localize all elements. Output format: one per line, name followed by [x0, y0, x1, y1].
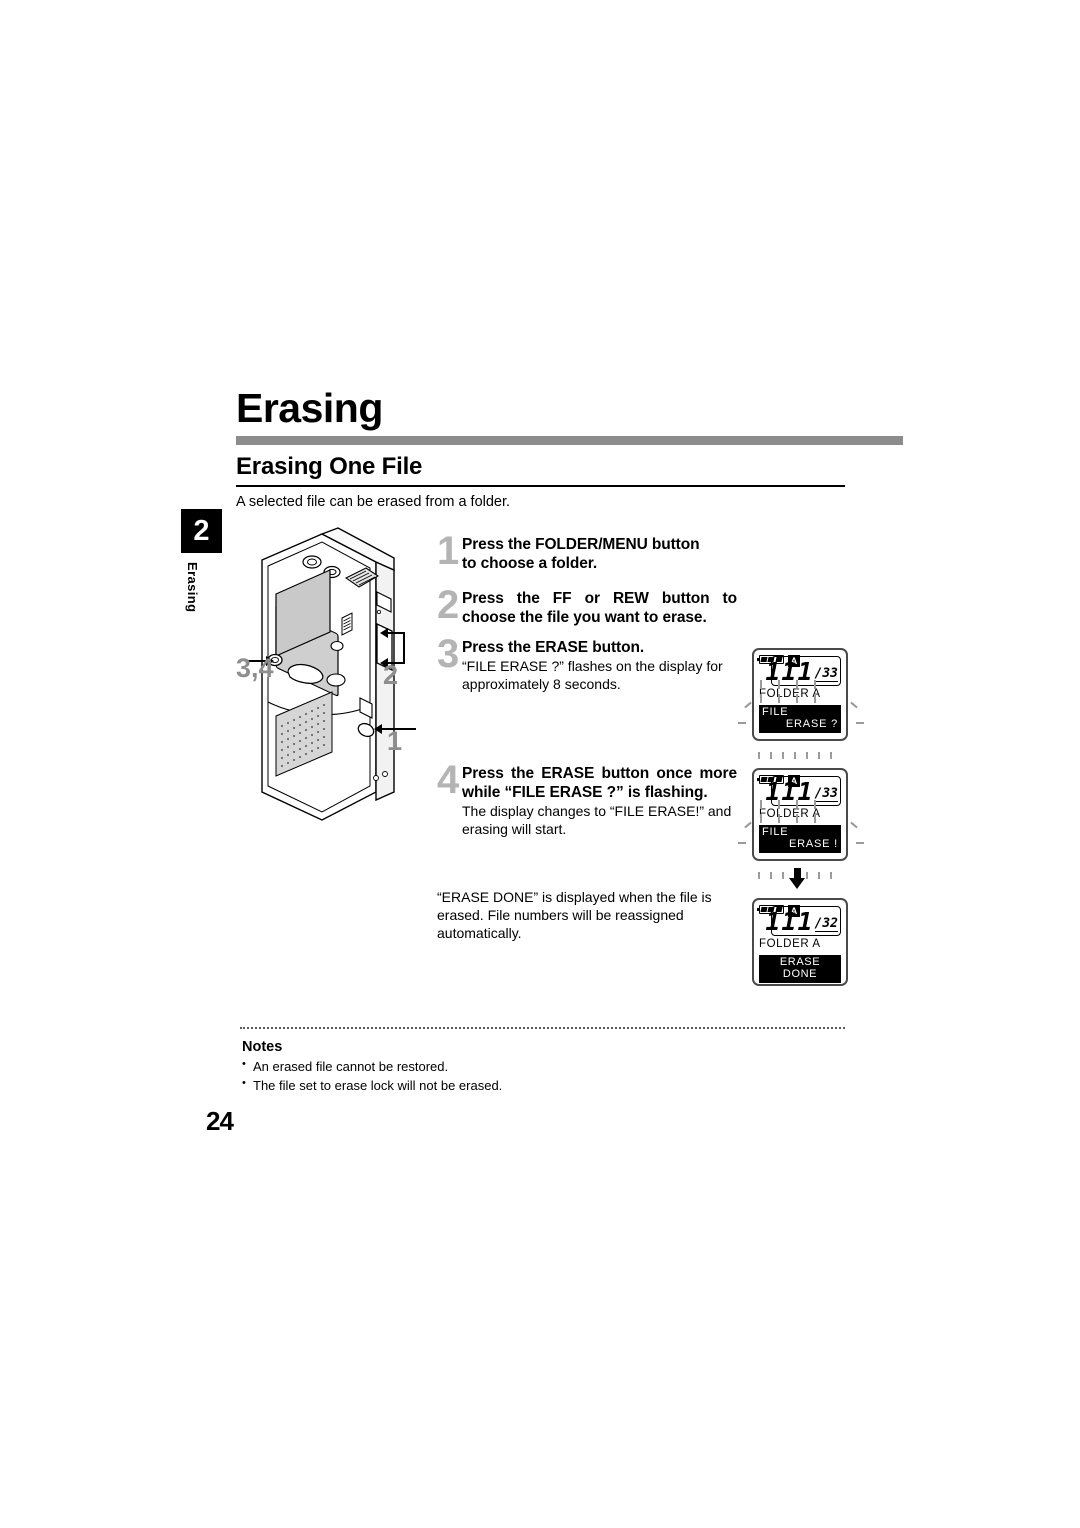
- step-2: 2 Press the FF or REW button to choose t…: [437, 583, 737, 627]
- notes-divider: [240, 1027, 845, 1029]
- step-3-text-c: button.: [588, 639, 645, 656]
- step-4-number: 4: [437, 758, 460, 802]
- lcd-3-status-message: ERASE DONE: [759, 954, 841, 983]
- page-title: Erasing: [236, 385, 383, 431]
- note-item: The file set to erase lock will not be e…: [242, 1076, 782, 1096]
- lcd-display-erase-done: A 111 /32 FOLDER A ERASE DONE: [752, 898, 848, 986]
- step-2-text-c: or: [571, 590, 613, 607]
- closing-description: “ERASE DONE” is displayed when the file …: [437, 889, 712, 942]
- section-title: Erasing One File: [236, 453, 423, 480]
- lcd-2-file-number: 111: [765, 777, 814, 806]
- chapter-tab-number: 2: [181, 509, 222, 553]
- step-1-folder-menu-keyword: FOLDER/MENU: [535, 536, 648, 553]
- lcd-3-file-number: 111: [765, 907, 814, 936]
- callout-ff-rew-buttons: 2: [383, 660, 399, 690]
- step-3-text-a: Press the: [462, 639, 536, 656]
- lcd-1-total-files: /33: [814, 666, 838, 682]
- lcd-2-total-files: /33: [814, 786, 838, 802]
- lcd-1-file-number: 111: [765, 657, 814, 686]
- step-2-ff-keyword: FF: [552, 590, 572, 607]
- note-item: An erased file cannot be restored.: [242, 1057, 782, 1077]
- step-1-heading: Press the FOLDER/MENU button to choose a…: [462, 535, 737, 573]
- step-3-heading: Press the ERASE button.: [462, 638, 737, 657]
- lcd-2-status-message: FILE ERASE !: [759, 824, 841, 853]
- step-4: 4 Press the ERASE button once more while…: [437, 758, 737, 839]
- step-1: 1 Press the FOLDER/MENU button to choose…: [437, 529, 737, 573]
- intro-text: A selected file can be erased from a fol…: [236, 494, 511, 510]
- step-2-text-a: Press the: [462, 590, 553, 607]
- lcd-1-status-line2: ERASE ?: [785, 718, 838, 731]
- step-4-erase-keyword: ERASE: [541, 765, 595, 782]
- lcd-display-file-erase-question: A 111 /33 FOLDER A FILE ERASE ?: [752, 648, 848, 741]
- step-4-heading: Press the ERASE button once more while “…: [462, 764, 737, 802]
- step-3-number: 3: [437, 632, 460, 676]
- section-divider: [236, 485, 845, 487]
- chapter-tab-label: Erasing: [185, 562, 200, 613]
- lcd-3-total-files: /32: [814, 916, 838, 932]
- step-1-text-d: to choose a folder.: [462, 555, 598, 573]
- step-3-description: “FILE ERASE ?” flashes on the display fo…: [462, 658, 723, 693]
- lcd-2-folder-label: FOLDER A: [759, 808, 821, 820]
- lcd-2-status-line2: ERASE !: [788, 838, 838, 851]
- notes-list: An erased file cannot be restored. The f…: [242, 1057, 782, 1096]
- lcd-2-status-line1: FILE: [762, 825, 789, 838]
- step-4-description: The display changes to “FILE ERASE!” and…: [462, 803, 732, 838]
- callout-erase-button: 3,4: [236, 653, 274, 683]
- step-2-rew-keyword: REW: [612, 590, 649, 607]
- callout-folder-menu-button: 1: [387, 726, 403, 756]
- lcd-display-file-erase-exclaim: A 111 /33 FOLDER A FILE ERASE !: [752, 768, 848, 861]
- step-1-text-c: button: [647, 536, 700, 553]
- title-divider-bar: [236, 436, 903, 445]
- lcd-1-status-line1: FILE: [762, 705, 789, 718]
- lcd-1-status-message: FILE ERASE ?: [759, 704, 841, 733]
- lcd-2-file-number-box: 111 /33: [765, 776, 841, 806]
- step-3: 3 Press the ERASE button. “FILE ERASE ?”…: [437, 632, 737, 694]
- step-3-erase-keyword: ERASE: [535, 639, 589, 656]
- lcd-1-folder-label: FOLDER A: [759, 688, 821, 700]
- lcd-3-file-number-box: 111 /32: [765, 906, 841, 936]
- page-number: 24: [206, 1106, 234, 1136]
- step-1-text-a: Press the: [462, 536, 536, 553]
- step-2-number: 2: [437, 583, 460, 627]
- step-1-number: 1: [437, 529, 460, 573]
- lcd-3-folder-label: FOLDER A: [759, 938, 821, 950]
- notes-title: Notes: [242, 1039, 283, 1055]
- step-2-heading: Press the FF or REW button to choose the…: [462, 589, 737, 627]
- step-4-text-a: Press the: [462, 765, 542, 782]
- lcd-1-file-number-box: 111 /33: [765, 656, 841, 686]
